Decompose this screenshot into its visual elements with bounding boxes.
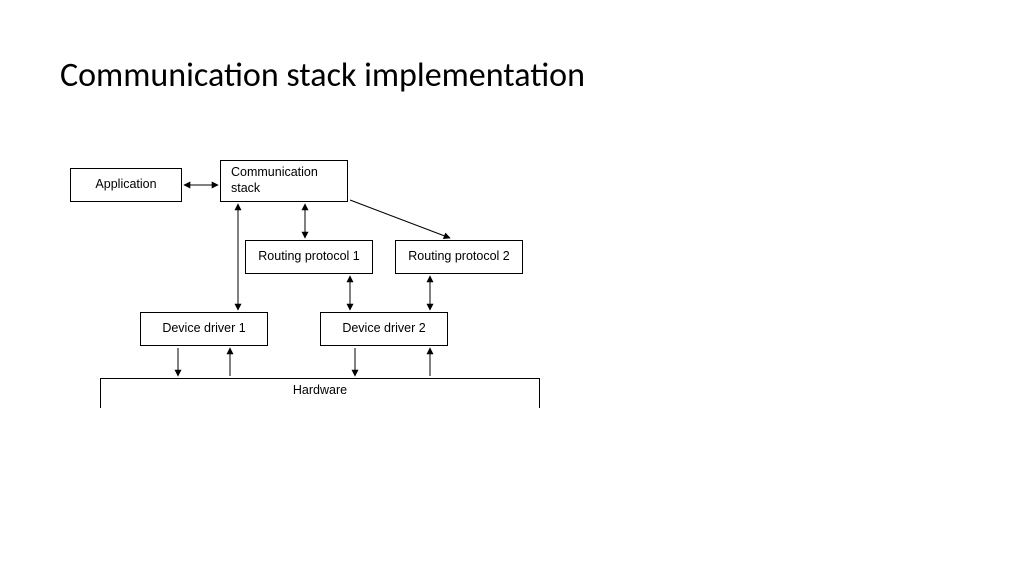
edge-comm-routing2 xyxy=(350,200,450,238)
diagram: Application Communication stack Routing … xyxy=(60,150,580,430)
diagram-arrows xyxy=(60,150,580,430)
slide-title: Communication stack implementation xyxy=(60,55,585,96)
slide: Communication stack implementation Appli… xyxy=(0,0,1024,576)
